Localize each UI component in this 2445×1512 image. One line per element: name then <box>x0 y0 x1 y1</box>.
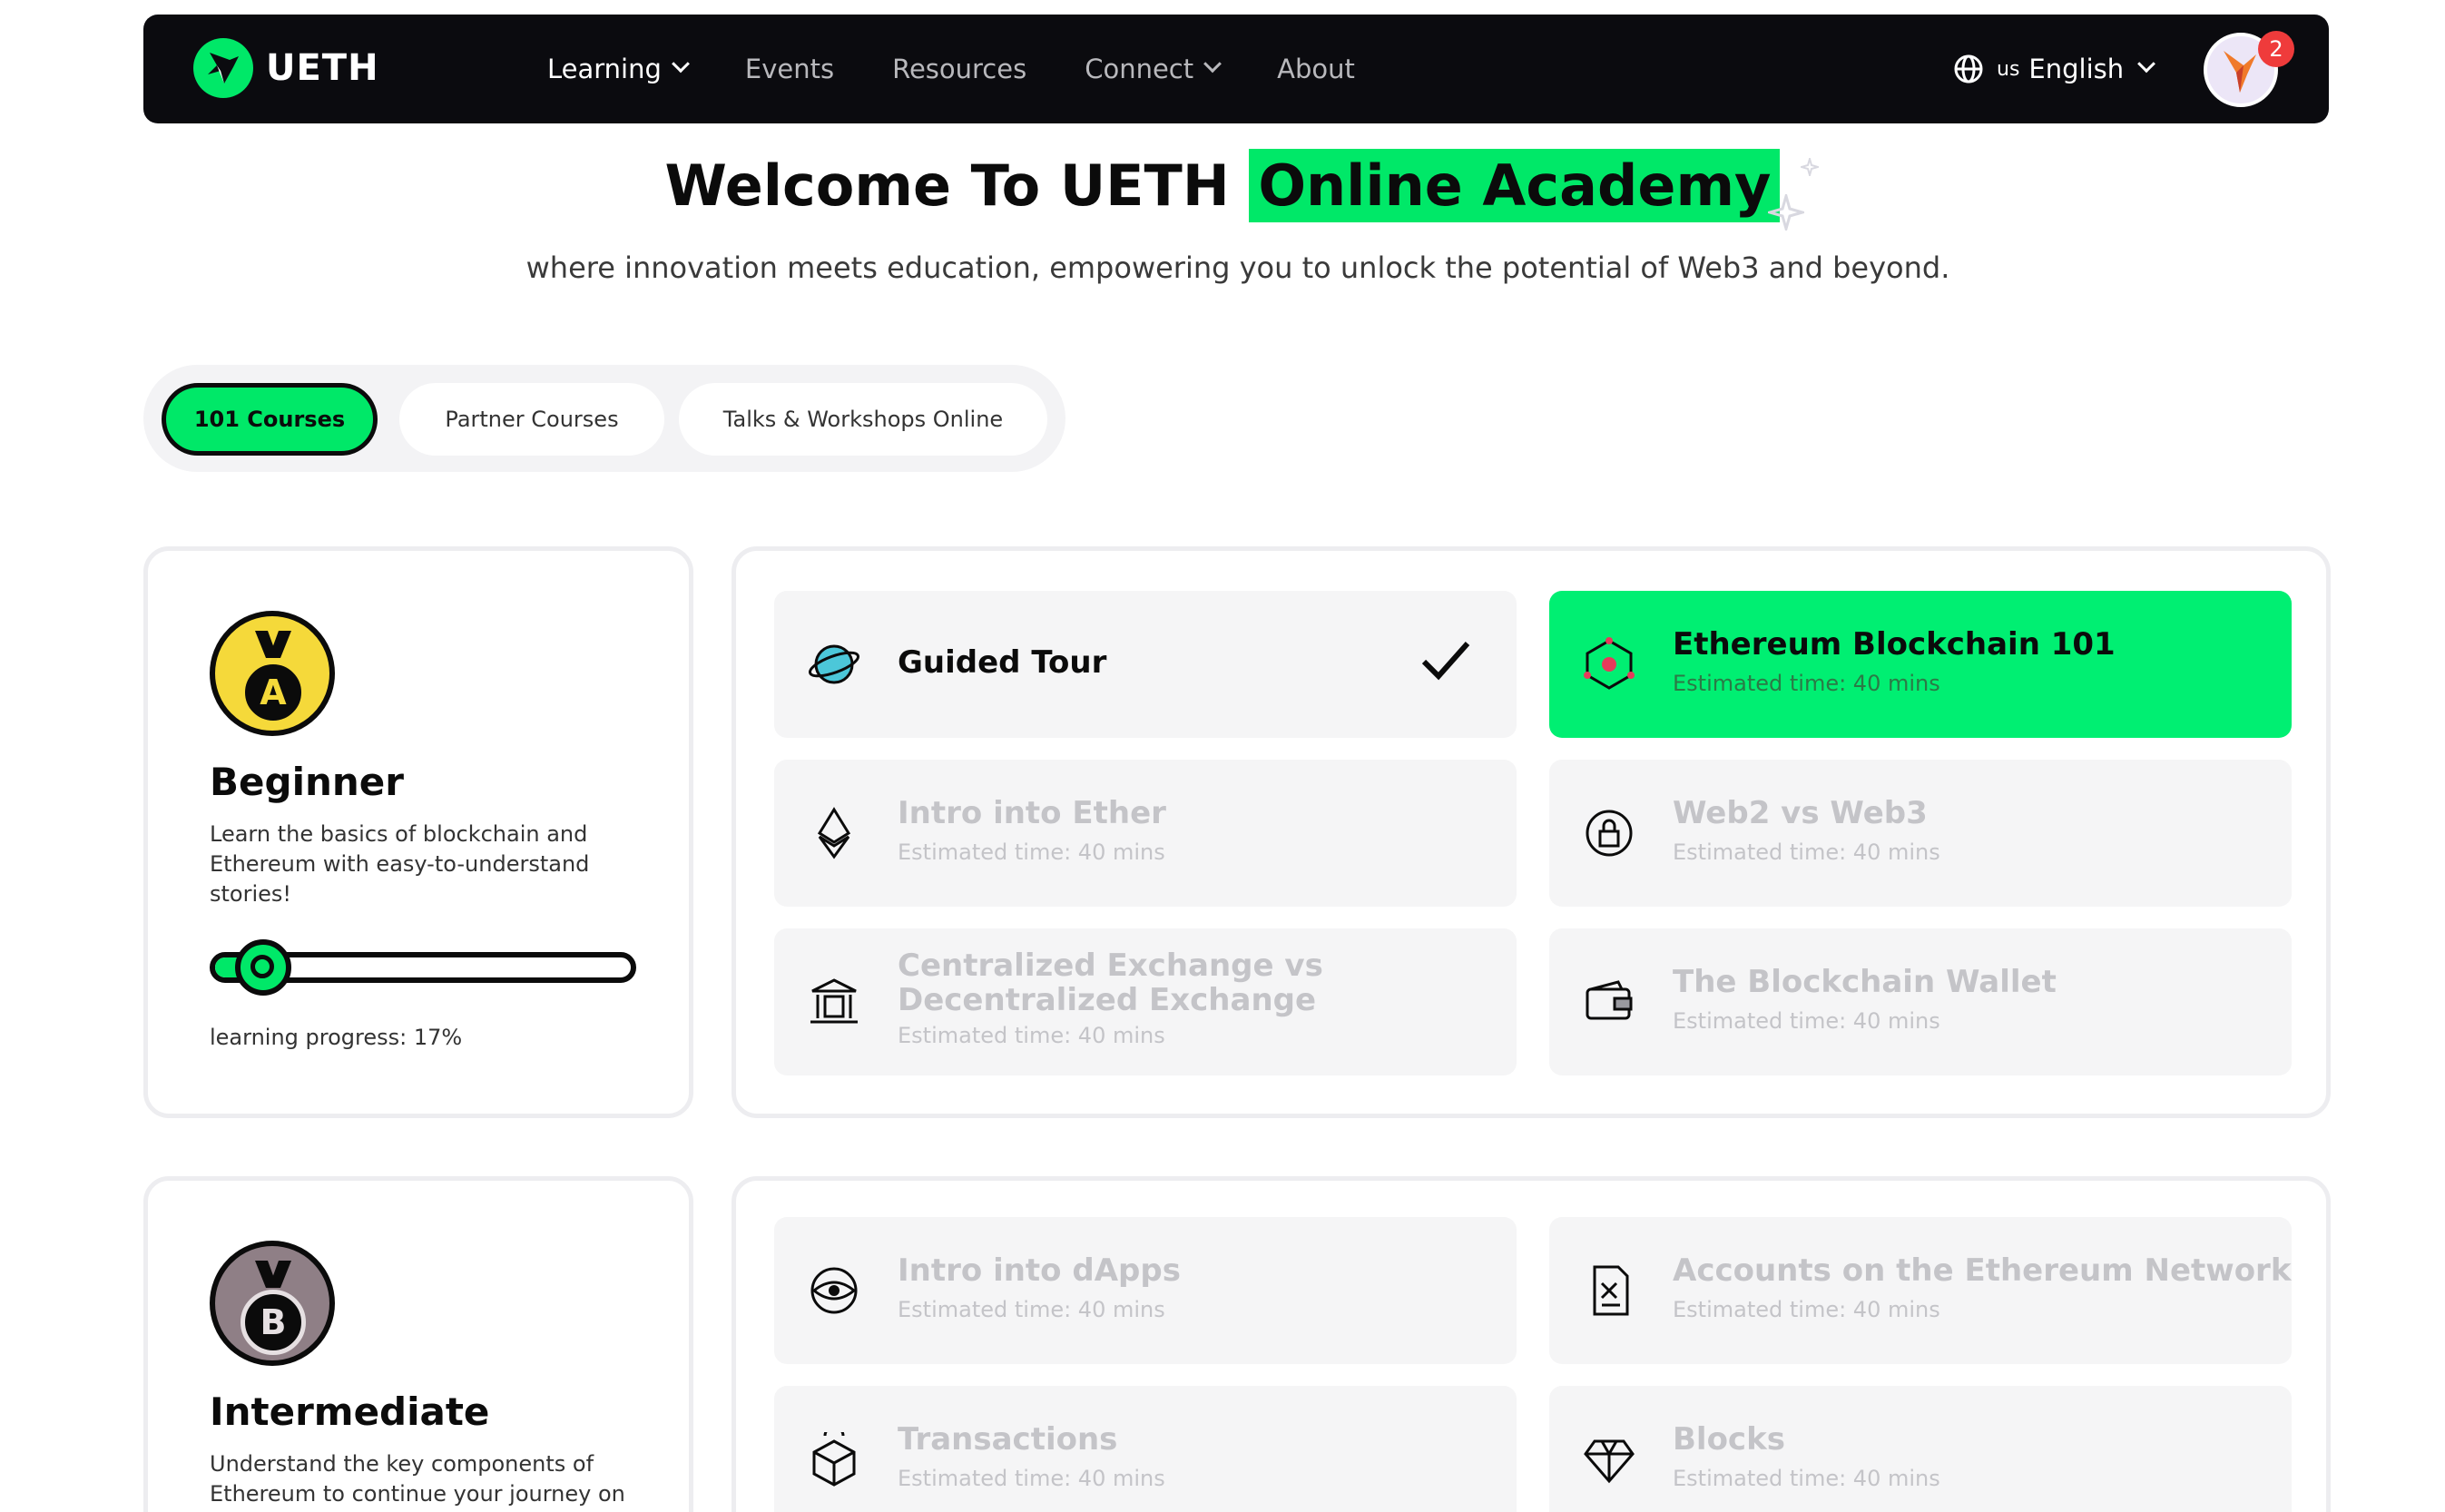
language-label: English <box>2028 54 2125 84</box>
chevron-down-icon <box>2137 54 2156 74</box>
sparkle-icon <box>1801 158 1819 176</box>
brand-logo[interactable]: UETH <box>193 38 379 98</box>
level-description: Learn the basics of blockchain and Ether… <box>210 821 590 907</box>
course-ethereum-blockchain-101[interactable]: Ethereum Blockchain 101 Estimated time: … <box>1549 591 2292 738</box>
level-badge-b: B <box>210 1241 335 1366</box>
nav-connect[interactable]: Connect <box>1085 54 1222 84</box>
eye-icon <box>810 1267 858 1314</box>
course-blockchain-wallet[interactable]: The Blockchain Wallet Estimated time: 40… <box>1549 928 2292 1075</box>
logo-bird-icon <box>193 38 253 98</box>
course-title: Transactions <box>898 1421 1118 1458</box>
tab-101-courses[interactable]: 101 Courses <box>162 383 378 456</box>
badge-letter: B <box>241 1290 306 1355</box>
course-title: Web2 vs Web3 <box>1673 795 1928 831</box>
course-time: Estimated time: 40 mins <box>898 1023 1165 1048</box>
level-badge-a: A <box>210 611 335 736</box>
course-guided-tour[interactable]: Guided Tour <box>774 591 1517 738</box>
course-title: Intro into Ether <box>898 795 1166 831</box>
title-prefix: Welcome To UETH <box>664 152 1230 219</box>
course-title: Centralized Exchange vs Decentralized Ex… <box>898 947 1323 1018</box>
course-title: Intro into dApps <box>898 1252 1181 1289</box>
chevron-down-icon <box>1203 54 1222 74</box>
nav-resources-label: Resources <box>892 54 1027 84</box>
nav-about[interactable]: About <box>1277 54 1355 84</box>
network-cube-icon <box>1584 637 1635 690</box>
course-time: Estimated time: 40 mins <box>1673 671 1940 696</box>
level-card-intermediate: B Intermediate Understand the key compon… <box>143 1176 693 1512</box>
document-icon <box>1593 1265 1629 1316</box>
box-transfer-icon <box>812 1432 856 1487</box>
course-web2-vs-web3[interactable]: Web2 vs Web3 Estimated time: 40 mins <box>1549 760 2292 907</box>
course-intro-into-dapps[interactable]: Intro into dApps Estimated time: 40 mins <box>774 1217 1517 1364</box>
progress-label: learning progress: 17% <box>210 1025 463 1050</box>
course-time: Estimated time: 40 mins <box>1673 1297 1940 1322</box>
nav-events-label: Events <box>744 54 835 84</box>
course-time: Estimated time: 40 mins <box>1673 1466 1940 1491</box>
course-time: Estimated time: 40 mins <box>1673 1008 1940 1034</box>
language-selector[interactable]: us English <box>1953 15 2156 123</box>
course-blocks[interactable]: Blocks Estimated time: 40 mins <box>1549 1386 2292 1512</box>
course-intro-into-ether[interactable]: Intro into Ether Estimated time: 40 mins <box>774 760 1517 907</box>
beginner-courses-panel: Guided Tour Ethereum Blockchain 101 Esti… <box>732 546 2331 1118</box>
ether-icon <box>817 807 851 859</box>
nav-links: Learning Events Resources Connect About <box>547 15 1413 123</box>
course-transactions[interactable]: Transactions Estimated time: 40 mins <box>774 1386 1517 1512</box>
intermediate-courses-panel: Intro into dApps Estimated time: 40 mins… <box>732 1176 2331 1512</box>
course-time: Estimated time: 40 mins <box>898 839 1165 865</box>
badge-letter: A <box>241 660 306 725</box>
nav-learning[interactable]: Learning <box>547 54 690 84</box>
top-navbar: UETH Learning Events Resources Connect A… <box>143 15 2329 123</box>
learning-progress-bar <box>210 939 636 996</box>
diamond-icon <box>1584 1439 1635 1484</box>
brand-name: UETH <box>266 47 379 89</box>
sparkle-icon <box>1768 194 1804 231</box>
nav-about-label: About <box>1277 54 1355 84</box>
tab-talks-workshops[interactable]: Talks & Workshops Online <box>679 383 1047 456</box>
course-time: Estimated time: 40 mins <box>1673 839 1940 865</box>
course-title: Guided Tour <box>898 644 1107 681</box>
tab-partner-courses[interactable]: Partner Courses <box>399 383 664 456</box>
medal-ribbon <box>255 1261 291 1288</box>
course-tabs: 101 Courses Partner Courses Talks & Work… <box>143 365 1065 472</box>
level-card-beginner: A Beginner Learn the basics of blockchai… <box>143 546 693 1118</box>
course-title: The Blockchain Wallet <box>1673 964 2057 1000</box>
medal-ribbon <box>255 631 291 658</box>
bank-icon <box>810 978 858 1024</box>
chevron-down-icon <box>672 54 690 74</box>
nav-learning-label: Learning <box>547 54 662 84</box>
course-title: Blocks <box>1673 1421 1785 1458</box>
course-accounts-ethereum[interactable]: Accounts on the Ethereum Network Estimat… <box>1549 1217 2292 1364</box>
lock-globe-icon <box>1586 810 1633 857</box>
course-time: Estimated time: 40 mins <box>898 1297 1165 1322</box>
course-time: Estimated time: 40 mins <box>898 1466 1165 1491</box>
level-description: Understand the key components of Ethereu… <box>210 1451 625 1512</box>
nav-connect-label: Connect <box>1085 54 1194 84</box>
globe-icon <box>1954 54 1983 83</box>
language-flag: us <box>1997 57 2020 81</box>
course-cex-vs-dex[interactable]: Centralized Exchange vs Decentralized Ex… <box>774 928 1517 1075</box>
course-title: Ethereum Blockchain 101 <box>1673 626 2116 663</box>
progress-knob <box>235 939 291 996</box>
checkmark-icon <box>1421 642 1470 681</box>
title-highlight: Online Academy <box>1249 149 1781 222</box>
page-subtitle: where innovation meets education, empowe… <box>525 250 1950 285</box>
level-title: Beginner <box>210 760 404 804</box>
wallet-icon <box>1586 980 1633 1020</box>
page-title: Welcome To UETH Online Academy <box>0 149 2445 222</box>
planet-icon <box>809 644 859 684</box>
course-title: Accounts on the Ethereum Network <box>1673 1252 2292 1289</box>
nav-resources[interactable]: Resources <box>892 54 1026 84</box>
notification-badge[interactable]: 2 <box>2258 31 2294 67</box>
level-title: Intermediate <box>210 1389 490 1434</box>
nav-events[interactable]: Events <box>745 54 834 84</box>
